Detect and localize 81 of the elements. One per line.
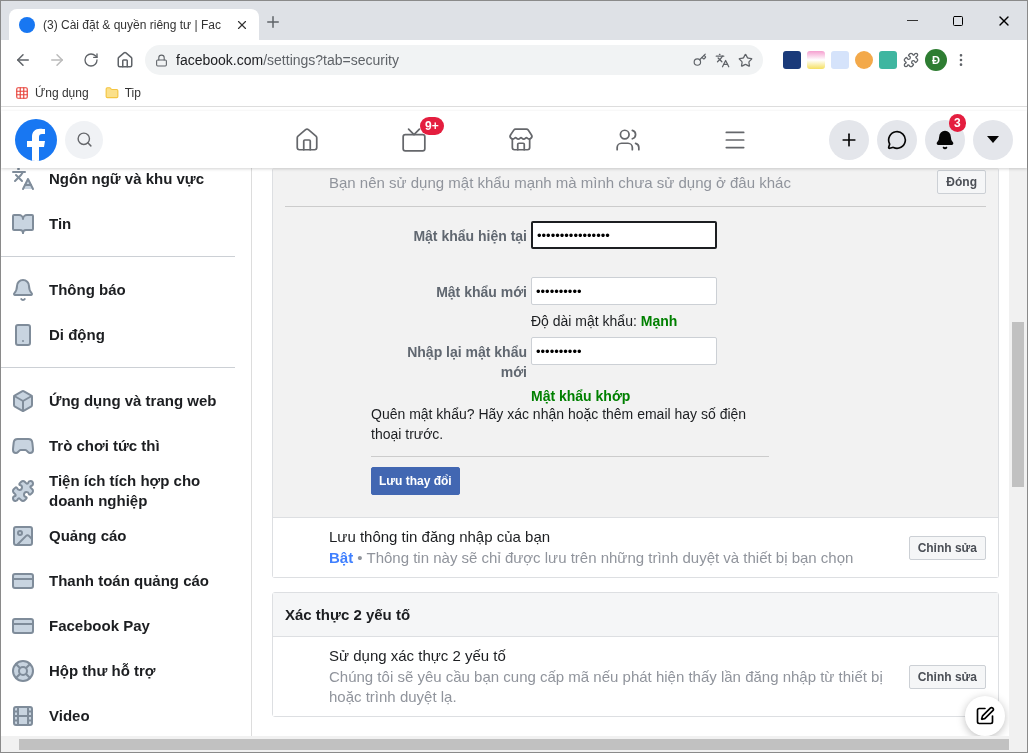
lifebuoy-icon — [11, 658, 35, 683]
field-label: Mật khẩu hiện tại — [412, 227, 527, 246]
section-heading: Xác thực 2 yếu tố — [273, 593, 998, 637]
sidebar-item[interactable]: Trò chơi tức thì — [1, 423, 235, 468]
sidebar-item[interactable]: Video — [1, 693, 235, 736]
cube-icon — [11, 388, 35, 413]
sidebar-item[interactable]: Quảng cáo — [1, 513, 235, 558]
grid-icon — [15, 86, 29, 100]
sidebar-item[interactable]: Facebook Pay — [1, 603, 235, 648]
sidebar-item[interactable]: Tiện ích tích hợp cho doanh nghiệp — [1, 468, 235, 513]
browser-tab[interactable]: (3) Cài đặt & quyền riêng tư | Fac — [9, 9, 259, 40]
facebook-logo[interactable] — [15, 118, 57, 161]
sidebar-item[interactable]: Tin — [1, 201, 235, 246]
video-icon — [400, 126, 427, 153]
strength-text: Độ dài mật khẩu: Mạnh — [531, 313, 679, 329]
row-title: Sử dụng xác thực 2 yếu tố — [329, 646, 507, 666]
sidebar-item[interactable]: Ứng dụng và trang web — [1, 378, 235, 423]
lock-icon — [155, 53, 168, 67]
notification-badge: 3 — [949, 113, 966, 132]
minimize-icon — [906, 20, 918, 21]
edit-button[interactable]: Chỉnh sửa — [908, 664, 986, 689]
extension-icon[interactable] — [783, 51, 801, 69]
language-icon — [11, 168, 35, 191]
image-icon — [11, 523, 35, 548]
address-bar[interactable]: facebook.com/settings?tab=security — [145, 45, 763, 75]
forgot-password-text: Quên mật khẩu? Hãy xác nhận hoặc thêm email hay số điện thoại trước. — [371, 405, 748, 444]
bookmark-star-icon[interactable] — [738, 52, 753, 68]
key-icon[interactable] — [693, 53, 707, 67]
vertical-scrollbar[interactable] — [1009, 168, 1027, 736]
field-label: Nhập lại mật khẩu mới — [406, 343, 527, 382]
bell-icon — [11, 277, 35, 302]
forward-arrow-icon — [48, 51, 66, 69]
watch-tab[interactable]: 9+ — [360, 114, 467, 165]
plus-icon — [264, 13, 282, 31]
notification-badge: 9+ — [420, 116, 444, 135]
sidebar-item[interactable]: Hộp thư hỗ trợ — [1, 648, 235, 693]
sidebar-item[interactable]: Di động — [1, 312, 235, 357]
horizontal-scrollbar[interactable] — [1, 736, 1027, 752]
puzzle-icon — [11, 478, 35, 503]
search-icon — [75, 131, 93, 148]
notifications-button[interactable] — [925, 119, 965, 160]
row-description: Bật • Thông tin này sẽ chỉ được lưu trên những trình duyệt và thiết bị bạn chọn — [329, 548, 854, 568]
profile-avatar[interactable]: Đ — [925, 49, 947, 71]
bookmark-item[interactable]: Tip — [104, 86, 141, 100]
chat-icon — [887, 129, 907, 150]
extensions-icon[interactable] — [903, 52, 919, 68]
match-status: Mật khẩu khớp — [531, 388, 632, 404]
maximize-icon — [952, 14, 964, 27]
hint-text: Bạn nên sử dụng mật khẩu mạnh mà mình chưa sử dụng ở đâu khác — [329, 173, 791, 191]
edit-button[interactable]: Chỉnh sửa — [908, 535, 986, 560]
sidebar-item[interactable]: Thanh toán quảng cáo — [1, 558, 235, 603]
film-icon — [11, 703, 35, 728]
save-changes-button[interactable]: Lưu thay đổi — [371, 467, 460, 495]
compose-button[interactable] — [965, 696, 1005, 736]
password-field[interactable]: •••••••••• — [531, 277, 717, 305]
account-button[interactable] — [973, 119, 1013, 160]
home-icon — [116, 51, 134, 69]
messenger-button[interactable] — [877, 119, 917, 160]
folder-icon — [104, 86, 119, 100]
store-icon — [507, 126, 534, 153]
sidebar-item[interactable]: Ngôn ngữ và khu vực — [1, 168, 235, 201]
bell-icon — [935, 129, 955, 150]
password-field[interactable]: •••••••••••••••• — [531, 221, 717, 249]
sidebar-item[interactable]: Thông báo — [1, 267, 235, 312]
reload-icon — [83, 52, 99, 68]
url-text: facebook.com/settings?tab=security — [176, 52, 400, 68]
row-title: Lưu thông tin đăng nhập của bạn — [329, 527, 552, 547]
password-field[interactable]: •••••••••• — [531, 337, 717, 365]
people-icon — [614, 126, 641, 153]
tab-title: (3) Cài đặt & quyền riêng tư | Fac — [43, 17, 222, 32]
book-icon — [11, 211, 35, 236]
home-icon — [293, 126, 320, 153]
translate-icon[interactable] — [715, 52, 730, 68]
create-button[interactable] — [829, 119, 869, 160]
caret-icon — [987, 135, 999, 144]
compose-icon — [975, 706, 995, 726]
close-section-button[interactable]: Đóng — [937, 170, 986, 194]
bookmark-item[interactable]: Ứng dụng — [15, 86, 89, 100]
row-description: Chúng tôi sẽ yêu cầu bạn cung cấp mã nếu phát hiện thấy lần đăng nhập từ thiết bị hoặc trình duyệt lạ. — [329, 667, 884, 707]
search-button[interactable] — [65, 120, 103, 159]
field-label: Mật khẩu mới — [435, 283, 527, 302]
